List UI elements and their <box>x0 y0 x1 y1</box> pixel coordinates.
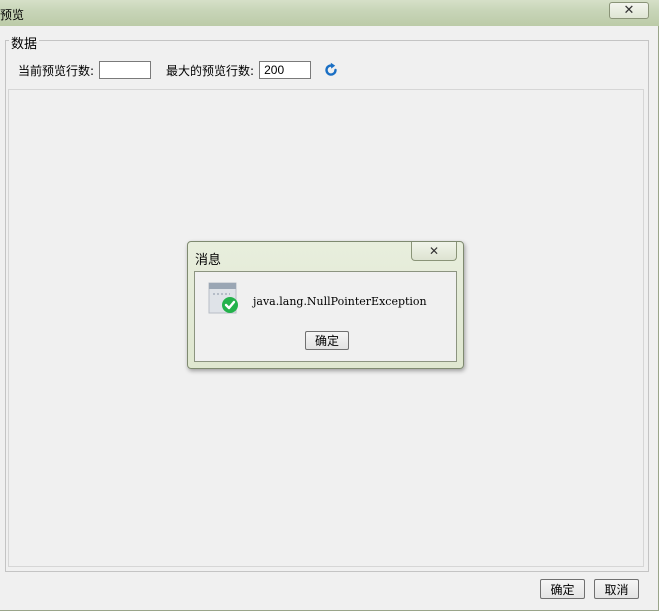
window-close-button[interactable]: ✕ <box>609 2 649 19</box>
preview-window: 预览 ✕ 数据 当前预览行数: 最大的预览行数: 确定 取消 消息 ✕ <box>0 0 659 611</box>
preview-rows-toolbar: 当前预览行数: 最大的预览行数: <box>18 60 339 80</box>
close-icon: ✕ <box>428 244 440 258</box>
message-dialog: 消息 ✕ java.lang.NullPointerException 确定 <box>187 241 464 369</box>
close-icon: ✕ <box>623 3 635 18</box>
dialog-ok-button[interactable]: 确定 <box>305 331 349 350</box>
cancel-button[interactable]: 取消 <box>594 579 639 599</box>
dialog-close-button[interactable]: ✕ <box>411 242 457 261</box>
dialog-title: 消息 <box>195 253 222 268</box>
current-rows-label: 当前预览行数: <box>18 63 95 78</box>
title-bar[interactable]: 预览 ✕ <box>0 0 659 26</box>
group-legend: 数据 <box>9 33 40 52</box>
ok-button[interactable]: 确定 <box>540 579 585 599</box>
max-rows-input[interactable] <box>259 61 312 79</box>
window-title: 预览 <box>0 8 25 22</box>
max-rows-label: 最大的预览行数: <box>166 63 255 78</box>
dialog-body: java.lang.NullPointerException 确定 <box>194 271 457 362</box>
dialog-message: java.lang.NullPointerException <box>253 295 427 308</box>
refresh-icon[interactable] <box>323 62 339 78</box>
info-check-icon <box>208 282 240 314</box>
current-rows-input[interactable] <box>99 61 152 79</box>
